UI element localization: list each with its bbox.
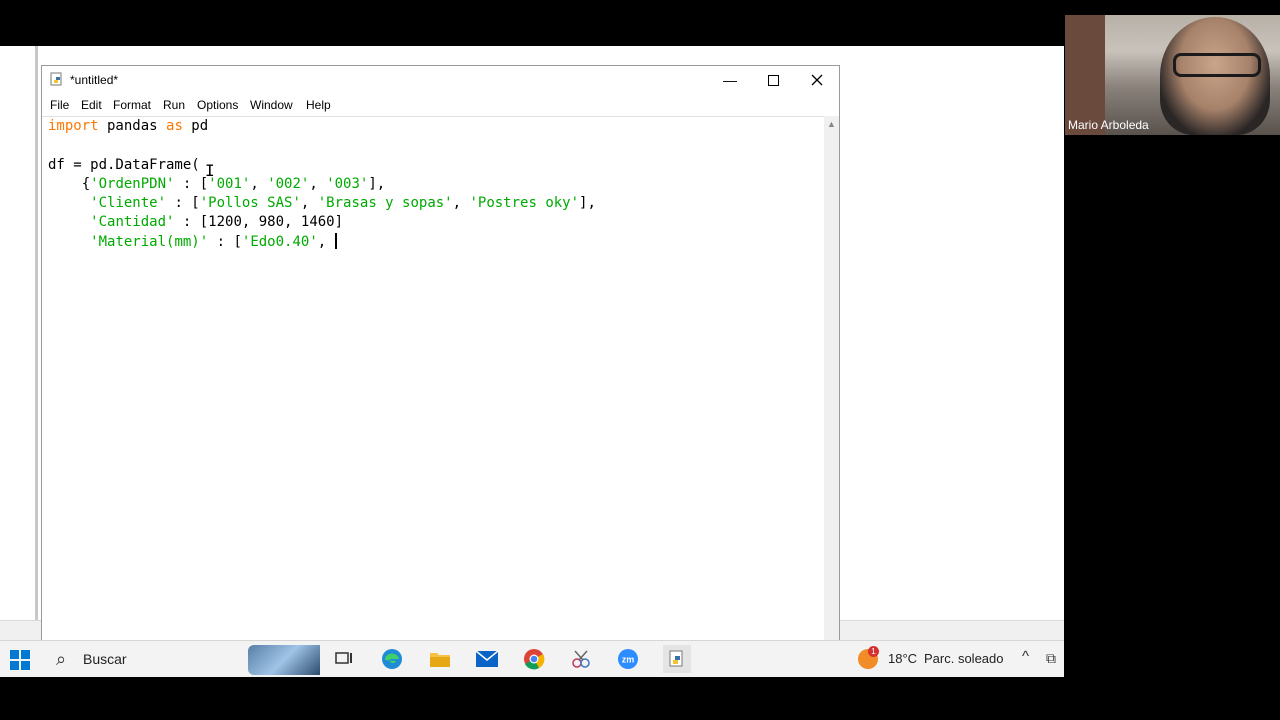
chrome-icon[interactable] bbox=[522, 647, 546, 671]
code-line[interactable]: df = pd.DataFrame( bbox=[48, 156, 596, 175]
close-button[interactable] bbox=[795, 66, 839, 94]
code-string: 'Cliente' bbox=[90, 195, 167, 212]
taskbar: ⌕ Buscar zm 1 18°C Parc. soleado ^ ⧉ bbox=[0, 640, 1064, 677]
window-title: *untitled* bbox=[70, 73, 119, 87]
text-caret bbox=[334, 232, 337, 249]
code-text: pandas bbox=[98, 118, 167, 134]
code-text: , bbox=[309, 175, 327, 192]
code-string: '002' bbox=[267, 175, 310, 192]
weather-temperature[interactable]: 18°C bbox=[888, 651, 917, 666]
idle-editor-window: *untitled* — File Edit Format Run Option… bbox=[41, 65, 840, 640]
code-string: 'Postres oky' bbox=[469, 195, 580, 212]
text-cursor-icon: I bbox=[205, 161, 215, 180]
search-icon[interactable]: ⌕ bbox=[56, 649, 66, 670]
code-keyword: import bbox=[48, 118, 99, 134]
svg-text:zm: zm bbox=[622, 655, 635, 665]
code-line[interactable]: 'Cliente' : ['Pollos SAS', 'Brasas y sop… bbox=[48, 194, 596, 213]
code-keyword: as bbox=[166, 118, 183, 134]
mail-icon[interactable] bbox=[475, 647, 499, 671]
code-line[interactable]: 'Material(mm)' : ['Edo0.40', bbox=[48, 232, 596, 252]
menu-bar: File Edit Format Run Options Window Help bbox=[42, 94, 839, 116]
menu-window[interactable]: Window bbox=[250, 98, 293, 112]
python-idle-taskbar-icon[interactable] bbox=[663, 645, 691, 673]
taskbar-search-box[interactable]: Buscar bbox=[83, 651, 127, 667]
participant-name: Mario Arboleda bbox=[1068, 118, 1149, 132]
weather-badge: 1 bbox=[868, 646, 879, 657]
menu-format[interactable]: Format bbox=[113, 98, 151, 112]
network-icon[interactable]: ⧉ bbox=[1046, 650, 1056, 667]
menu-options[interactable]: Options bbox=[197, 98, 238, 112]
code-string: 'Material(mm)' bbox=[90, 233, 209, 250]
participant-glasses bbox=[1173, 53, 1261, 77]
chevron-up-icon[interactable]: ^ bbox=[1022, 648, 1029, 665]
code-editor[interactable]: import pandas as pd df = pd.DataFrame( {'… bbox=[42, 116, 824, 640]
python-file-icon bbox=[50, 72, 62, 86]
code-line[interactable]: 'Cantidad' : [1200, 980, 1460] bbox=[48, 213, 596, 232]
code-text-area[interactable]: import pandas as pd df = pd.DataFrame( {'… bbox=[48, 117, 596, 252]
windows-start-icon[interactable] bbox=[10, 650, 30, 670]
code-text: ], bbox=[368, 175, 386, 192]
close-icon bbox=[811, 74, 823, 86]
code-text: ], bbox=[579, 195, 596, 212]
scroll-up-arrow-icon[interactable]: ▲ bbox=[827, 119, 836, 129]
code-string: 'Edo0.40' bbox=[241, 233, 318, 250]
minimize-button[interactable]: — bbox=[708, 66, 752, 94]
code-text: : [1200, 980, 1460] bbox=[174, 214, 344, 231]
maximize-button[interactable] bbox=[751, 66, 795, 94]
menu-edit[interactable]: Edit bbox=[81, 98, 102, 112]
code-string: 'Cantidad' bbox=[90, 214, 175, 231]
code-text: pd bbox=[182, 118, 209, 134]
code-text: , bbox=[317, 233, 335, 250]
code-line[interactable] bbox=[48, 136, 596, 155]
menu-file[interactable]: File bbox=[50, 98, 69, 112]
code-text: , bbox=[250, 175, 268, 192]
code-text: , bbox=[452, 195, 470, 212]
weather-condition[interactable]: Parc. soleado bbox=[924, 651, 1004, 666]
maximize-icon bbox=[767, 74, 779, 86]
code-text: df = pd.DataFrame( bbox=[48, 156, 200, 173]
code-text: , bbox=[300, 195, 318, 212]
video-background-door bbox=[1065, 15, 1105, 135]
file-explorer-icon[interactable] bbox=[428, 647, 452, 671]
background-window-edge bbox=[35, 46, 38, 626]
code-line[interactable]: import pandas as pd bbox=[48, 117, 596, 136]
code-line[interactable]: {'OrdenPDN' : ['001', '002', '003'], bbox=[48, 175, 596, 194]
task-view-icon[interactable] bbox=[332, 647, 356, 671]
menu-run[interactable]: Run bbox=[163, 98, 185, 112]
menu-help[interactable]: Help bbox=[306, 98, 331, 112]
title-bar[interactable]: *untitled* — bbox=[42, 66, 839, 94]
code-text: { bbox=[48, 175, 91, 192]
zoom-icon[interactable]: zm bbox=[616, 647, 640, 671]
desktop-screen: *untitled* — File Edit Format Run Option… bbox=[0, 46, 1064, 640]
snipping-tool-icon[interactable] bbox=[569, 647, 593, 671]
code-text: : [ bbox=[166, 195, 200, 212]
search-highlight-image bbox=[248, 645, 320, 675]
code-string: 'OrdenPDN' bbox=[90, 175, 175, 192]
minimize-icon: — bbox=[723, 72, 737, 88]
edge-icon[interactable] bbox=[380, 647, 404, 671]
code-text: : [ bbox=[174, 175, 209, 192]
code-text: : [ bbox=[208, 233, 242, 250]
code-string: '003' bbox=[326, 175, 369, 192]
vertical-scrollbar[interactable]: ▲ bbox=[824, 116, 839, 640]
video-call-tile[interactable] bbox=[1065, 15, 1280, 135]
code-string: 'Brasas y sopas' bbox=[317, 195, 453, 212]
code-string: 'Pollos SAS' bbox=[199, 195, 301, 212]
